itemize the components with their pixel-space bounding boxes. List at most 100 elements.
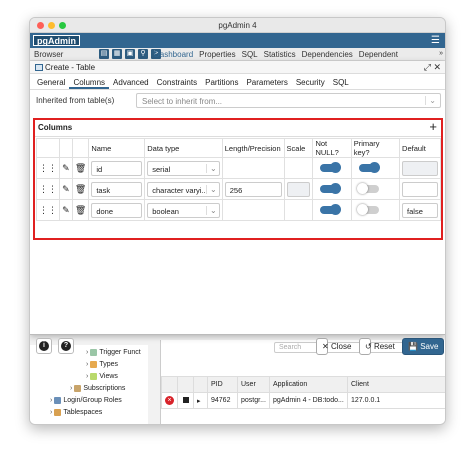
object-tree: › Trigger Funct › Types › Views › Subscr… [30,345,148,424]
cancel-query-icon[interactable] [183,396,189,403]
save-button[interactable]: 💾 Save [402,338,445,355]
tree-item-subscriptions[interactable]: › Subscriptions [70,385,125,392]
cell-client: 127.0.0.1 [347,392,445,409]
chevron-down-icon: ⌄ [206,184,217,194]
data-type-select[interactable]: boolean ⌄ [147,202,220,218]
save-icon: 💾 [408,342,418,351]
tab-partitions[interactable]: Partitions [201,74,242,89]
tree-item-trigger-functions[interactable]: › Trigger Funct [86,349,141,356]
subscriptions-icon [74,385,82,392]
tab-sql[interactable]: SQL [242,50,258,59]
tab-columns[interactable]: Columns [69,74,110,89]
data-type-select[interactable]: character varyi... ⌄ [147,181,220,197]
close-button[interactable]: ✕ Close [316,338,351,355]
col-pid: PID [207,376,238,393]
tree-item-login-roles[interactable]: › Login/Group Roles [50,397,122,404]
terminate-icon[interactable]: × [165,396,174,405]
not-null-toggle[interactable] [320,204,342,215]
more-tabs-icon[interactable]: » [439,50,443,57]
default-input[interactable] [402,160,438,176]
types-icon [90,361,98,368]
default-input[interactable] [402,181,438,197]
hamburger-icon[interactable]: ☰ [431,36,440,46]
tab-constraints[interactable]: Constraints [153,74,201,89]
info-icon: i [39,341,49,351]
inherit-placeholder: Select to inherit from... [142,97,223,106]
column-name-input[interactable]: done [91,202,143,218]
dialog-title: Create - Table [45,63,96,72]
drag-handle-icon[interactable]: ⋮⋮ [36,178,60,200]
tablespaces-icon [54,409,62,416]
tree-item-types[interactable]: › Types [86,361,118,368]
scale-input[interactable] [286,181,311,197]
tab-properties[interactable]: Properties [199,50,235,59]
tab-dependent[interactable]: Dependent [359,50,398,59]
tree-item-views[interactable]: › Views [86,373,118,380]
window-titlebar: pgAdmin 4 [30,18,445,33]
table-icon[interactable]: ▦ [112,49,122,59]
scale-input[interactable] [286,160,311,176]
scale-input[interactable] [286,202,311,218]
app-header: pgAdmin ☰ [30,33,445,48]
database-icon[interactable]: ▤ [99,49,109,59]
delete-icon[interactable]: 🗑 [71,199,90,221]
tab-dashboard[interactable]: Dashboard [154,50,193,59]
default-input[interactable]: false [402,202,438,218]
toolbar-icons: ▤ ▦ ▣ ⚲ > [99,49,161,59]
tab-sql[interactable]: SQL [329,74,353,89]
primary-key-toggle[interactable] [358,162,380,173]
properties-icon[interactable]: ▣ [125,49,135,59]
column-name-input[interactable]: id [91,160,143,176]
views-icon [90,373,98,380]
info-button[interactable]: i [36,338,52,354]
tab-parameters[interactable]: Parameters [242,74,291,89]
help-button[interactable]: ? [58,338,74,354]
pgadmin-logo: pgAdmin [33,35,80,46]
header-primary-key: Primary key? [350,138,401,158]
expand-row-icon[interactable]: ▸ [197,398,201,405]
tab-security[interactable]: Security [292,74,329,89]
tab-general[interactable]: General [33,74,69,89]
table-row: × ▸ 94762 postgr... pgAdmin 4 - DB:todo.… [161,392,445,409]
tab-advanced[interactable]: Advanced [109,74,153,89]
delete-icon[interactable]: 🗑 [71,157,90,179]
columns-grid: Name Data type Length/Precision Scale No… [36,138,441,221]
dialog-tabs: General Columns Advanced Constraints Par… [30,74,445,90]
edit-icon[interactable]: ✎ [59,199,73,221]
search-icon[interactable]: ⚲ [138,49,148,59]
table-icon [35,64,43,71]
tab-dependencies[interactable]: Dependencies [302,50,353,59]
not-null-toggle[interactable] [320,183,342,194]
edit-icon[interactable]: ✎ [59,157,73,179]
reset-button[interactable]: ↺ Reset [359,338,395,355]
primary-key-toggle[interactable] [356,183,379,194]
primary-key-toggle[interactable] [356,204,379,215]
tab-statistics[interactable]: Statistics [264,50,296,59]
table-row: Name Data type Length/Precision Scale No… [36,138,441,158]
tree-item-tablespaces[interactable]: › Tablespaces [50,409,102,416]
close-icon[interactable]: ✕ [433,62,441,73]
app-window: pgAdmin 4 pgAdmin ☰ Browser ▤ ▦ ▣ ⚲ > Da… [29,17,446,425]
drag-handle-icon[interactable]: ⋮⋮ [36,157,60,179]
col-client: Client [347,376,445,393]
header-name: Name [88,138,146,158]
length-input[interactable] [224,202,282,218]
column-name-input[interactable]: task [91,181,143,197]
expand-icon[interactable]: ⤢ [424,62,431,73]
cell-pid: 94762 [207,392,238,409]
header-data-type: Data type [144,138,223,158]
drag-handle-icon[interactable]: ⋮⋮ [36,199,60,221]
data-type-select[interactable]: serial ⌄ [147,160,220,176]
close-icon: ✕ [322,342,329,351]
length-input[interactable]: 256 [224,181,282,197]
col-application: Application [269,376,348,393]
edit-icon[interactable]: ✎ [59,178,73,200]
not-null-toggle[interactable] [320,162,342,173]
window-title: pgAdmin 4 [218,21,257,30]
add-column-button[interactable]: + [429,119,437,134]
header-default: Default [399,138,441,158]
roles-icon [54,397,62,404]
delete-icon[interactable]: 🗑 [71,178,90,200]
length-input[interactable] [224,160,282,176]
inherit-select[interactable]: Select to inherit from... ⌄ [136,93,441,108]
